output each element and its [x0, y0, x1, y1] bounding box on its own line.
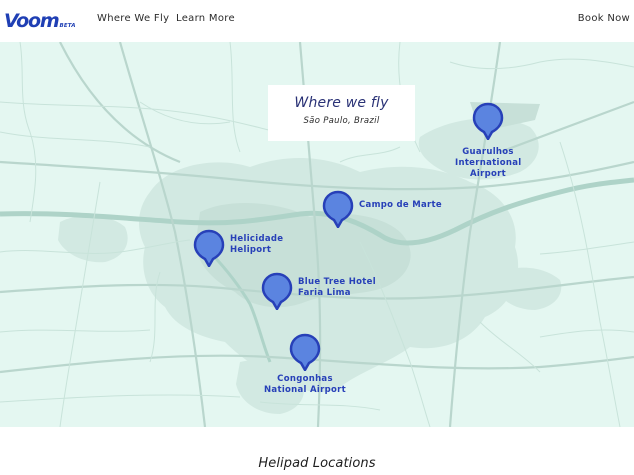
nav-where-we-fly[interactable]: Where We Fly	[97, 13, 169, 24]
beta-badge: BETA	[59, 23, 76, 29]
pin-blue-tree-hotel-icon[interactable]	[261, 272, 293, 310]
map-area[interactable]: Where we fly São Paulo, Brazil Guarulhos…	[0, 42, 634, 427]
label-guarulhos[interactable]: Guarulhos International Airport	[455, 147, 521, 180]
label-blue-tree-hotel[interactable]: Blue Tree Hotel Faria Lima	[298, 277, 376, 299]
nav-book-now[interactable]: Book Now	[578, 13, 630, 24]
map-subtitle: São Paulo, Brazil	[303, 116, 380, 126]
pin-guarulhos-icon[interactable]	[472, 102, 504, 140]
voom-logo[interactable]: Voom BETA	[4, 8, 76, 32]
label-helicidade[interactable]: Helicidade Heliport	[230, 234, 283, 256]
map-title: Where we fly	[294, 95, 389, 111]
label-congonhas[interactable]: Congonhas National Airport	[262, 374, 348, 396]
label-campo-de-marte[interactable]: Campo de Marte	[359, 200, 442, 211]
pin-helicidade-icon[interactable]	[193, 229, 225, 267]
where-we-fly-card: Where we fly São Paulo, Brazil	[268, 85, 415, 141]
pin-campo-de-marte-icon[interactable]	[322, 190, 354, 228]
helipad-locations-heading: Helipad Locations	[258, 456, 376, 471]
logo-wordmark: Voom	[4, 10, 60, 32]
pin-congonhas-icon[interactable]	[289, 333, 321, 371]
top-nav-bar: Voom BETA Where We Fly Learn More Book N…	[0, 0, 634, 42]
page: Voom BETA Where We Fly Learn More Book N…	[0, 0, 634, 475]
nav-learn-more[interactable]: Learn More	[176, 13, 235, 24]
